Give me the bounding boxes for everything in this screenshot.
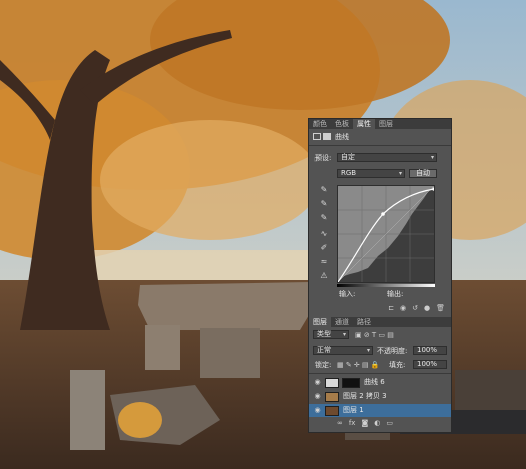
opacity-value: 100% [417,346,438,354]
properties-panel: 颜色 色板 属性 图层 曲线 预设: 自定 ▾ ☞ RGB ▾ 自动 ✎ ✎ ✎… [308,118,452,433]
eyedropper-gray-icon[interactable]: ✎ [319,199,329,208]
layer-row[interactable]: ◉ 曲线 6 [309,376,451,389]
opacity-input[interactable]: 100% [413,346,447,355]
chevron-down-icon: ▾ [430,154,434,161]
output-label: 输出: [387,290,404,298]
link-icon[interactable]: ∞ [337,420,343,430]
layer-name: 图层 2 拷贝 3 [343,392,387,400]
layers-tabs: 图层 通道 路径 [309,317,451,327]
clip-icon[interactable]: ⊏ [388,305,394,315]
filter-kind-select[interactable]: 类型 ▾ [313,330,349,339]
channel-value: RGB [341,169,357,177]
layer-row-selected[interactable]: ◉ 图层 1 [309,404,451,417]
curves-graph[interactable] [337,185,435,283]
mask-thumb [342,377,360,388]
fill-value: 100% [417,360,438,368]
layer-name: 曲线 6 [364,378,385,386]
adjustment-icon [313,133,321,140]
auto-button[interactable]: 自动 [409,169,437,178]
curves-adjustment-thumb [325,377,339,388]
mask-add-icon[interactable]: ◙ [361,420,368,430]
filter-kind-value: 类型 [317,330,331,338]
tab-channels[interactable]: 通道 [331,317,353,327]
tab-swatches[interactable]: 色板 [331,119,353,129]
preset-select[interactable]: 自定 ▾ [337,153,437,162]
curve-point-icon[interactable]: ∿ [319,229,329,238]
tab-properties[interactable]: 属性 [353,119,375,129]
divider [309,373,451,374]
divider [309,145,451,146]
photo-thumb [325,405,339,416]
tab-color[interactable]: 颜色 [309,119,331,129]
folder-icon[interactable]: ▭ [386,420,393,430]
view-icon[interactable]: ◉ [400,305,406,315]
tab-paths[interactable]: 路径 [353,317,375,327]
lock-icons[interactable]: ▦ ✎ ✛ ▤ 🔒 [337,362,380,369]
adjustment-title: 曲线 [335,133,349,141]
channel-select[interactable]: RGB ▾ [337,169,405,178]
histogram-warning-icon[interactable]: ⚠ [319,271,329,280]
blend-mode-select[interactable]: 正常 ▾ [313,346,373,355]
eyedropper-white-icon[interactable]: ✎ [319,213,329,222]
trash-icon[interactable]: 🗑 [436,305,445,315]
eye-icon[interactable]: ◉ [313,392,322,401]
visibility-icon[interactable]: ● [424,305,430,315]
layer-row[interactable]: ◉ 图层 2 拷贝 3 [309,390,451,403]
chevron-down-icon: ▾ [366,347,370,354]
opacity-label: 不透明度: [377,347,408,355]
reset-icon[interactable]: ↺ [412,305,418,315]
curve-point [381,212,385,216]
gradient-bar [337,284,435,287]
blend-mode-value: 正常 [317,346,331,354]
fx-icon[interactable]: fx [349,420,356,430]
panel-tabs: 颜色 色板 属性 图层 [309,119,451,129]
smooth-icon[interactable]: ≈ [319,257,329,266]
mask-icon[interactable] [323,133,331,140]
fill-input[interactable]: 100% [413,360,447,369]
texture-thumb [325,391,339,402]
tab-layers-top[interactable]: 图层 [375,119,397,129]
eye-icon[interactable]: ◉ [313,378,322,387]
adjustment-header: 曲线 [309,132,451,142]
chevron-down-icon: ▾ [398,170,402,177]
pencil-icon[interactable]: ✐ [319,243,329,252]
lock-label: 锁定: [315,361,332,369]
tab-layers[interactable]: 图层 [309,317,331,327]
layer-name: 图层 1 [343,406,364,414]
filter-icons[interactable]: ▣ ⊘ T ▭ ▤ [355,332,394,339]
eye-icon[interactable]: ◉ [313,406,322,415]
hand-adjust-icon[interactable]: ☞ [312,155,322,164]
eyedropper-black-icon[interactable]: ✎ [319,185,329,194]
layers-footer-icons: ∞ fx ◙ ◐ ▭ [309,420,451,430]
preset-value: 自定 [341,153,355,161]
adjustment-add-icon[interactable]: ◐ [374,420,380,430]
chevron-down-icon: ▾ [342,331,346,338]
input-label: 输入: [339,290,356,298]
panel-footer-icons: ⊏ ◉ ↺ ● 🗑 [309,305,451,315]
fill-label: 填充: [389,361,406,369]
